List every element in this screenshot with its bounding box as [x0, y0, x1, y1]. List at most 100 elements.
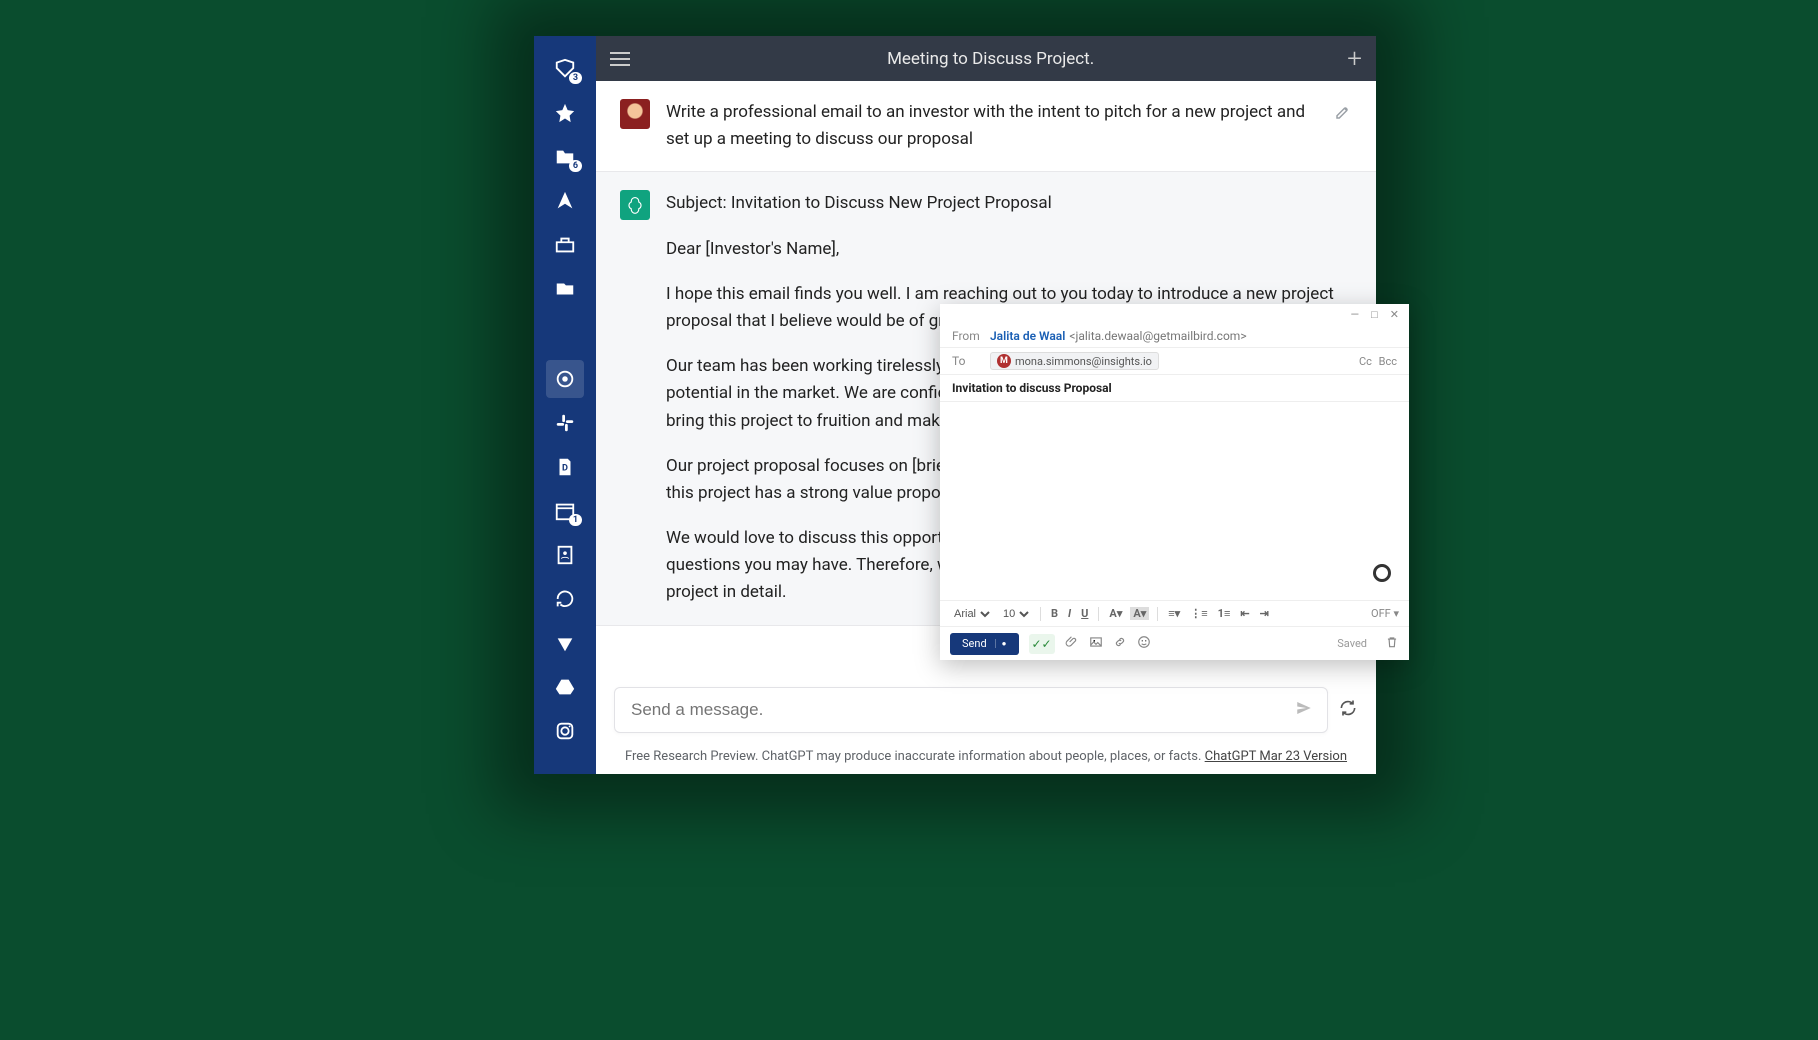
- sidebar-files[interactable]: [546, 270, 584, 308]
- cc-button[interactable]: Cc: [1359, 355, 1372, 368]
- send-button[interactable]: Send ●: [950, 633, 1019, 655]
- font-select[interactable]: Arial: [950, 607, 993, 621]
- footer-notice: Free Research Preview. ChatGPT may produ…: [596, 743, 1376, 774]
- folder-badge: 6: [569, 160, 582, 172]
- from-field: From Jalita de Waal <jalita.dewaal@getma…: [940, 324, 1409, 348]
- svg-text:D: D: [562, 464, 568, 474]
- cc-bcc: Cc Bcc: [1355, 355, 1397, 368]
- regenerate-button[interactable]: [1338, 698, 1358, 722]
- sidebar-nav-down[interactable]: [546, 624, 584, 662]
- message-input[interactable]: [629, 699, 1295, 721]
- paper-plane-icon: [1295, 699, 1313, 717]
- underline-button[interactable]: U: [1079, 607, 1090, 620]
- paperclip-icon: [1065, 635, 1079, 649]
- message-input-box[interactable]: [614, 687, 1328, 733]
- attach-button[interactable]: [1065, 635, 1079, 653]
- action-bar: Send ● ✓✓ Saved: [940, 626, 1409, 660]
- discard-button[interactable]: [1385, 635, 1399, 652]
- sidebar-slack[interactable]: [546, 404, 584, 442]
- image-icon: [1089, 635, 1103, 649]
- instagram-icon: [554, 720, 576, 742]
- number-list-button[interactable]: 1≡: [1216, 607, 1233, 620]
- bullet-list-button[interactable]: ⋮≡: [1188, 607, 1209, 620]
- edit-icon: [1334, 103, 1352, 121]
- to-chip[interactable]: M mona.simmons@insights.io: [990, 352, 1159, 370]
- sidebar-doc[interactable]: D: [546, 448, 584, 486]
- regenerate-icon: [1338, 698, 1358, 718]
- trash-icon: [1385, 635, 1399, 649]
- footer-text: Free Research Preview. ChatGPT may produ…: [625, 749, 1205, 764]
- image-button[interactable]: [1089, 635, 1103, 653]
- to-label: To: [952, 354, 990, 368]
- sidebar-calendar[interactable]: 1: [546, 492, 584, 530]
- grammarly-icon[interactable]: [1373, 564, 1391, 582]
- bold-button[interactable]: B: [1049, 607, 1060, 620]
- ai-icon: [626, 196, 644, 214]
- send-icon: [554, 190, 576, 212]
- nav-icon: [554, 632, 576, 654]
- compose-body[interactable]: [940, 402, 1409, 600]
- send-label: Send: [962, 637, 987, 650]
- inbox-badge: 3: [569, 72, 582, 84]
- size-select[interactable]: 10: [999, 607, 1032, 621]
- sidebar-send[interactable]: [546, 182, 584, 220]
- toolbox-icon: [554, 234, 576, 256]
- ai-p1: Dear [Investor's Name],: [666, 236, 1352, 263]
- to-avatar: M: [997, 354, 1011, 368]
- sidebar-star[interactable]: [546, 94, 584, 132]
- highlight-button[interactable]: A▾: [1130, 607, 1149, 620]
- maximize-button[interactable]: □: [1371, 308, 1378, 321]
- send-message-button[interactable]: [1295, 699, 1313, 721]
- files-icon: [554, 278, 576, 300]
- outdent-button[interactable]: ⇤: [1238, 607, 1251, 620]
- from-label: From: [952, 329, 990, 343]
- new-button[interactable]: +: [1347, 44, 1362, 74]
- sidebar-contacts[interactable]: [546, 536, 584, 574]
- calendar-badge: 1: [569, 514, 582, 526]
- sidebar-drive[interactable]: [546, 668, 584, 706]
- link-button[interactable]: [1113, 635, 1127, 653]
- italic-button[interactable]: I: [1066, 607, 1073, 620]
- drive-icon: [554, 676, 576, 698]
- compose-window: — □ ✕ From Jalita de Waal <jalita.dewaal…: [940, 304, 1409, 660]
- sidebar-toolbox[interactable]: [546, 226, 584, 264]
- ai-avatar: [620, 190, 650, 220]
- minimize-button[interactable]: —: [1351, 308, 1360, 321]
- align-button[interactable]: ≡▾: [1166, 607, 1182, 620]
- sidebar-folder[interactable]: 6: [546, 138, 584, 176]
- from-email: <jalita.dewaal@getmailbird.com>: [1069, 329, 1246, 343]
- check-button[interactable]: ✓✓: [1029, 634, 1055, 654]
- format-toolbar: Arial 10 B I U A▾ A▾ ≡▾ ⋮≡ 1≡ ⇤ ⇥ OFF ▾: [940, 600, 1409, 626]
- emoji-button[interactable]: [1137, 635, 1151, 653]
- input-row: [596, 677, 1376, 743]
- sidebar-refresh[interactable]: [546, 580, 584, 618]
- sidebar-inbox[interactable]: 3: [546, 50, 584, 88]
- indent-button[interactable]: ⇥: [1258, 607, 1271, 620]
- window-controls: — □ ✕: [940, 304, 1409, 324]
- subject-field[interactable]: Invitation to discuss Proposal: [940, 375, 1409, 402]
- footer-link[interactable]: ChatGPT Mar 23 Version: [1205, 749, 1347, 764]
- sidebar-chatgpt[interactable]: [546, 360, 584, 398]
- contacts-icon: [554, 544, 576, 566]
- saved-status: Saved: [1337, 637, 1367, 650]
- text-color-button[interactable]: A▾: [1107, 607, 1124, 620]
- page-title: Meeting to Discuss Project.: [634, 49, 1347, 69]
- chatgpt-icon: [554, 368, 576, 390]
- emoji-icon: [1137, 635, 1151, 649]
- from-name[interactable]: Jalita de Waal: [990, 329, 1065, 343]
- slack-icon: [554, 412, 576, 434]
- edit-message-button[interactable]: [1334, 103, 1352, 125]
- close-button[interactable]: ✕: [1390, 308, 1399, 321]
- sidebar-instagram[interactable]: [546, 712, 584, 750]
- send-options[interactable]: ●: [995, 639, 1007, 648]
- sidebar-nav: 3 6 D 1: [534, 36, 596, 774]
- ai-subject: Subject: Invitation to Discuss New Proje…: [666, 190, 1352, 217]
- to-field[interactable]: To M mona.simmons@insights.io Cc Bcc: [940, 348, 1409, 375]
- user-avatar: [620, 99, 650, 129]
- format-off[interactable]: OFF ▾: [1371, 607, 1399, 620]
- user-message: Write a professional email to an investo…: [596, 81, 1376, 171]
- bcc-button[interactable]: Bcc: [1379, 355, 1397, 368]
- menu-button[interactable]: [610, 47, 634, 71]
- topbar: Meeting to Discuss Project. +: [596, 36, 1376, 81]
- doc-icon: D: [554, 456, 576, 478]
